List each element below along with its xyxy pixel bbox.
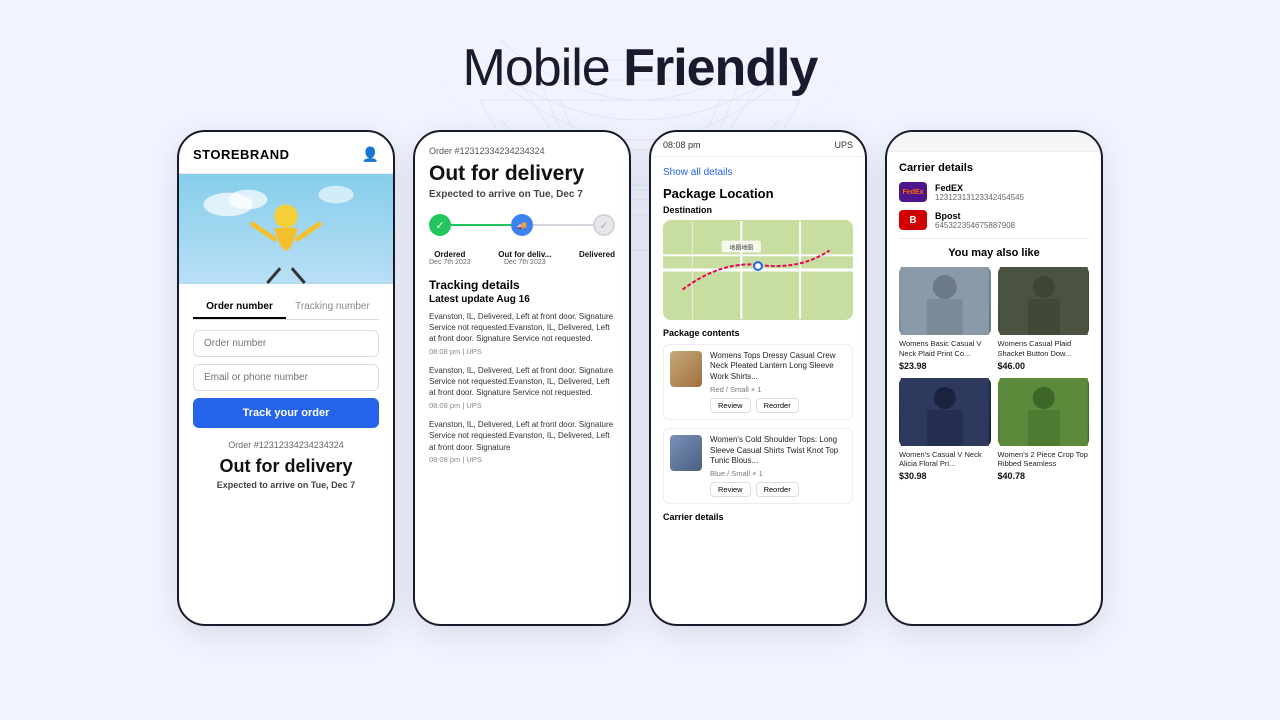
- product-4-name: Women's 2 Piece Crop Top Ribbed Seamless: [998, 450, 1090, 470]
- products-grid: Womens Basic Casual V Neck Plaid Print C…: [899, 267, 1089, 481]
- product-3: Women's Casual V Neck Alicia Floral Pri.…: [899, 378, 991, 482]
- phones-container: STOREBRAND 👤: [177, 130, 1103, 626]
- user-icon: 👤: [362, 146, 379, 163]
- item-1-variant: Red / Small × 1: [710, 385, 846, 394]
- phone1-tabs: Order number Tracking number: [193, 296, 379, 320]
- phone4-topbar: [887, 132, 1101, 152]
- carrier-bpost: B Bpost 645322354675887908: [899, 210, 1089, 230]
- item-1-image: [670, 351, 702, 387]
- product-1-image: [899, 267, 991, 335]
- item-2-review-button[interactable]: Review: [710, 482, 751, 497]
- product-3-name: Women's Casual V Neck Alicia Floral Pri.…: [899, 450, 991, 470]
- item-2-reorder-button[interactable]: Reorder: [756, 482, 799, 497]
- item-1-actions: Review Reorder: [710, 398, 846, 413]
- line-2: [533, 224, 593, 226]
- progress-bar: ✓ 🚚 ✓: [429, 214, 615, 236]
- phone-4: Carrier details FedEx FedEX 123123131233…: [885, 130, 1103, 626]
- product-2: Womens Casual Plaid Shacket Button Dow..…: [998, 267, 1090, 371]
- store-brand: STOREBRAND: [193, 147, 290, 162]
- tab-order-number[interactable]: Order number: [193, 296, 286, 319]
- steps-labels: Ordered Dec 7th 2023 Out for deliv... De…: [429, 250, 615, 266]
- item-1-reorder-button[interactable]: Reorder: [756, 398, 799, 413]
- phone1-eta: Expected to arrive on Tue, Dec 7: [193, 480, 379, 490]
- step-delivered-circle: ✓: [593, 214, 615, 236]
- package-item-1: Womens Tops Dressy Casual Crew Neck Plea…: [663, 344, 853, 420]
- carrier-fedex: FedEx FedEX 12312313123342454545: [899, 182, 1089, 202]
- page-title: Mobile Friendly: [463, 38, 818, 98]
- you-may-also-like-title: You may also like: [899, 247, 1089, 259]
- product-3-price: $30.98: [899, 471, 991, 481]
- tracking-event-1: Evanston, IL, Delivered, Left at front d…: [429, 311, 615, 357]
- tracking-event-2: Evanston, IL, Delivered, Left at front d…: [429, 365, 615, 411]
- item-2-image: [670, 435, 702, 471]
- product-2-name: Womens Casual Plaid Shacket Button Dow..…: [998, 339, 1090, 359]
- show-all-details[interactable]: Show all details: [663, 167, 853, 178]
- phone-1: STOREBRAND 👤: [177, 130, 395, 626]
- phone1-status: Out for delivery: [193, 456, 379, 477]
- latest-update: Latest update Aug 16: [429, 294, 615, 305]
- tab-tracking-number[interactable]: Tracking number: [286, 296, 379, 319]
- phone2-order-number: Order #12312334234234324: [429, 146, 615, 156]
- phone-3: 08:08 pm UPS Show all details Package Lo…: [649, 130, 867, 626]
- tracking-event-3: Evanston, IL, Delivered, Left at front d…: [429, 419, 615, 465]
- product-3-image: [899, 378, 991, 446]
- phone4-body: Carrier details FedEx FedEX 123123131233…: [887, 152, 1101, 491]
- fedex-info: FedEX 12312313123342454545: [935, 183, 1024, 202]
- package-item-2: Women's Cold Shoulder Tops: Long Sleeve …: [663, 428, 853, 504]
- step-ordered-circle: ✓: [429, 214, 451, 236]
- bpost-logo: B: [899, 210, 927, 230]
- item-1-name: Womens Tops Dressy Casual Crew Neck Plea…: [710, 351, 846, 382]
- topbar-carrier: UPS: [834, 140, 853, 150]
- item-2-details: Women's Cold Shoulder Tops: Long Sleeve …: [710, 435, 846, 497]
- phone2-status: Out for delivery: [429, 162, 615, 186]
- phone3-body: Show all details Package Location Destin…: [651, 157, 865, 532]
- fedex-logo: FedEx: [899, 182, 927, 202]
- step-outfordelivery-circle: 🚚: [511, 214, 533, 236]
- product-2-price: $46.00: [998, 361, 1090, 371]
- product-1: Womens Basic Casual V Neck Plaid Print C…: [899, 267, 991, 371]
- carrier-details-title: Carrier details: [899, 162, 1089, 174]
- item-2-actions: Review Reorder: [710, 482, 846, 497]
- section-divider: [899, 238, 1089, 239]
- phone2-eta: Expected to arrive on Tue, Dec 7: [429, 189, 615, 200]
- phone1-header: STOREBRAND 👤: [179, 132, 393, 174]
- email-phone-input[interactable]: [193, 364, 379, 391]
- step-info-outfordelivery: Out for deliv... Dec 7th 2023: [498, 250, 551, 266]
- product-2-image: [998, 267, 1090, 335]
- package-location-title: Package Location: [663, 186, 853, 201]
- phone1-order-number: Order #12312334234234324: [193, 440, 379, 450]
- svg-text:地图地图: 地图地图: [730, 243, 754, 251]
- item-2-name: Women's Cold Shoulder Tops: Long Sleeve …: [710, 435, 846, 466]
- product-1-name: Womens Basic Casual V Neck Plaid Print C…: [899, 339, 991, 359]
- product-4-image: [998, 378, 1090, 446]
- topbar-time: 08:08 pm: [663, 140, 701, 150]
- destination-label: Destination: [663, 205, 853, 215]
- step-info-ordered: Ordered Dec 7th 2023: [429, 250, 471, 266]
- product-4: Women's 2 Piece Crop Top Ribbed Seamless…: [998, 378, 1090, 482]
- phone-2: Order #12312334234234324 Out for deliver…: [413, 130, 631, 626]
- tracking-details-title: Tracking details: [429, 278, 615, 292]
- product-1-price: $23.98: [899, 361, 991, 371]
- track-order-button[interactable]: Track your order: [193, 398, 379, 428]
- line-1: [451, 224, 511, 226]
- product-4-price: $40.78: [998, 471, 1090, 481]
- map-view: 地图地图: [663, 220, 853, 320]
- package-contents-title: Package contents: [663, 328, 853, 338]
- phone3-topbar: 08:08 pm UPS: [651, 132, 865, 157]
- carrier-details-label: Carrier details: [663, 512, 853, 522]
- phone2-body: Order #12312334234234324 Out for deliver…: [415, 132, 629, 487]
- step-info-delivered: Delivered: [579, 250, 615, 266]
- order-number-input[interactable]: [193, 330, 379, 357]
- item-1-details: Womens Tops Dressy Casual Crew Neck Plea…: [710, 351, 846, 413]
- bpost-info: Bpost 645322354675887908: [935, 211, 1015, 230]
- item-1-review-button[interactable]: Review: [710, 398, 751, 413]
- phone1-body: Order number Tracking number Track your …: [179, 284, 393, 502]
- item-2-variant: Blue / Small × 1: [710, 469, 846, 478]
- hero-image: [179, 174, 393, 284]
